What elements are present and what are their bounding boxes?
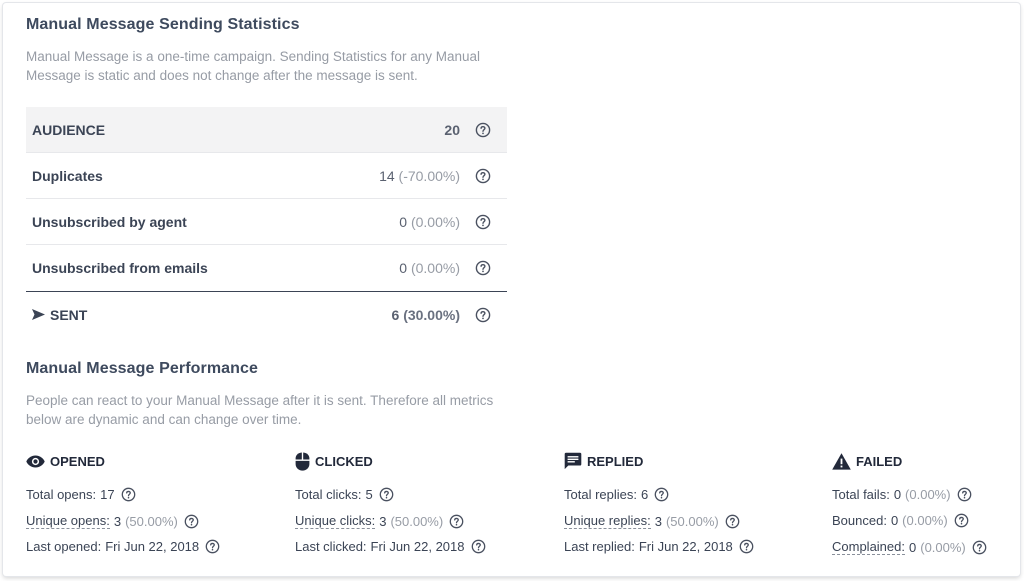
question-circle-icon[interactable]	[972, 540, 987, 555]
audience-label: AUDIENCE	[32, 121, 106, 138]
unsubscribed-agent-label: Unsubscribed by agent	[32, 213, 187, 230]
question-circle-icon[interactable]	[184, 514, 199, 529]
opened-column: OPENED Total opens: 17 Unique opens: 3 (…	[26, 451, 256, 554]
stats-row-duplicates: Duplicates 14 (-70.00%)	[26, 153, 507, 199]
sending-statistics-table: AUDIENCE 20 Duplicates 14 (-70.00%) Unsu…	[26, 107, 507, 337]
unique-opens-label[interactable]: Unique opens:	[26, 513, 110, 529]
unsubscribed-emails-label: Unsubscribed from emails	[32, 260, 208, 276]
unique-clicks-label[interactable]: Unique clicks:	[295, 513, 376, 529]
question-circle-icon[interactable]	[954, 513, 969, 528]
eye-icon	[26, 455, 45, 467]
total-replies: Total replies: 6	[564, 487, 669, 502]
performance-title: Manual Message Performance	[26, 360, 259, 377]
clicked-column: CLICKED Total clicks: 5 Unique clicks: 3…	[295, 451, 525, 554]
question-circle-icon[interactable]	[475, 214, 491, 230]
mouse-icon	[295, 452, 310, 471]
failed-heading: FAILED	[832, 451, 1024, 471]
total-fails: Total fails: 0 (0.00%)	[832, 487, 972, 502]
unique-replies-label[interactable]: Unique replies:	[564, 513, 651, 529]
unique-replies: Unique replies: 3 (50.00%)	[564, 513, 740, 529]
sent-label: SENT	[50, 306, 88, 323]
unique-opens: Unique opens: 3 (50.00%)	[26, 513, 199, 529]
replied-heading-label: REPLIED	[587, 453, 644, 469]
stats-row-unsubscribed-agent: Unsubscribed by agent 0 (0.00%)	[26, 199, 507, 245]
duplicates-value: 14 (-70.00%)	[379, 167, 460, 184]
duplicates-label: Duplicates	[32, 167, 103, 184]
clicked-heading: CLICKED	[295, 451, 525, 471]
question-circle-icon[interactable]	[475, 260, 491, 276]
unsubscribed-agent-value: 0 (0.00%)	[399, 213, 460, 230]
stats-row-unsubscribed-emails: Unsubscribed from emails 0 (0.00%)	[26, 245, 507, 291]
question-circle-icon[interactable]	[121, 487, 136, 502]
question-circle-icon[interactable]	[725, 514, 740, 529]
chat-bubble-icon	[564, 452, 582, 470]
question-circle-icon[interactable]	[471, 539, 486, 554]
last-replied: Last replied: Fri Jun 22, 2018	[564, 539, 754, 554]
total-opens: Total opens: 17	[26, 487, 136, 502]
replied-column: REPLIED Total replies: 6 Unique replies:…	[564, 451, 794, 554]
performance-metrics: OPENED Total opens: 17 Unique opens: 3 (…	[26, 451, 1006, 561]
replied-heading: REPLIED	[564, 451, 794, 471]
stats-row-sent: SENT 6 (30.00%)	[26, 291, 507, 337]
unique-clicks: Unique clicks: 3 (50.00%)	[295, 513, 464, 529]
question-circle-icon[interactable]	[654, 487, 669, 502]
sent-label-wrap: SENT	[32, 307, 392, 323]
question-circle-icon[interactable]	[475, 307, 491, 323]
sent-value: 6 (30.00%)	[391, 306, 461, 323]
question-circle-icon[interactable]	[739, 539, 754, 554]
clicked-heading-label: CLICKED	[315, 453, 373, 469]
failed-heading-label: FAILED	[856, 453, 903, 469]
last-clicked: Last clicked: Fri Jun 22, 2018	[295, 539, 486, 554]
question-circle-icon[interactable]	[957, 487, 972, 502]
stats-row-audience: AUDIENCE 20	[26, 107, 507, 153]
send-arrow-icon	[32, 309, 45, 320]
bounced: Bounced: 0 (0.00%)	[832, 513, 969, 528]
opened-heading-label: OPENED	[50, 453, 105, 469]
sending-statistics-title: Manual Message Sending Statistics	[26, 16, 300, 33]
question-circle-icon[interactable]	[379, 487, 394, 502]
total-clicks: Total clicks: 5	[295, 487, 394, 502]
question-circle-icon[interactable]	[449, 514, 464, 529]
complained-label[interactable]: Complained:	[832, 539, 905, 555]
warning-triangle-icon	[832, 452, 851, 470]
last-opened: Last opened: Fri Jun 22, 2018	[26, 539, 220, 554]
sending-statistics-description: Manual Message is a one-time campaign. S…	[26, 49, 480, 83]
performance-description: People can react to your Manual Message …	[26, 393, 494, 427]
opened-heading: OPENED	[26, 451, 256, 471]
question-circle-icon[interactable]	[475, 122, 491, 138]
complained: Complained: 0 (0.00%)	[832, 539, 987, 555]
question-circle-icon[interactable]	[475, 168, 491, 184]
failed-column: FAILED Total fails: 0 (0.00%) Bounced: 0…	[832, 451, 1024, 555]
question-circle-icon[interactable]	[205, 539, 220, 554]
audience-value: 20	[444, 121, 460, 138]
unsubscribed-emails-value: 0 (0.00%)	[399, 260, 460, 276]
